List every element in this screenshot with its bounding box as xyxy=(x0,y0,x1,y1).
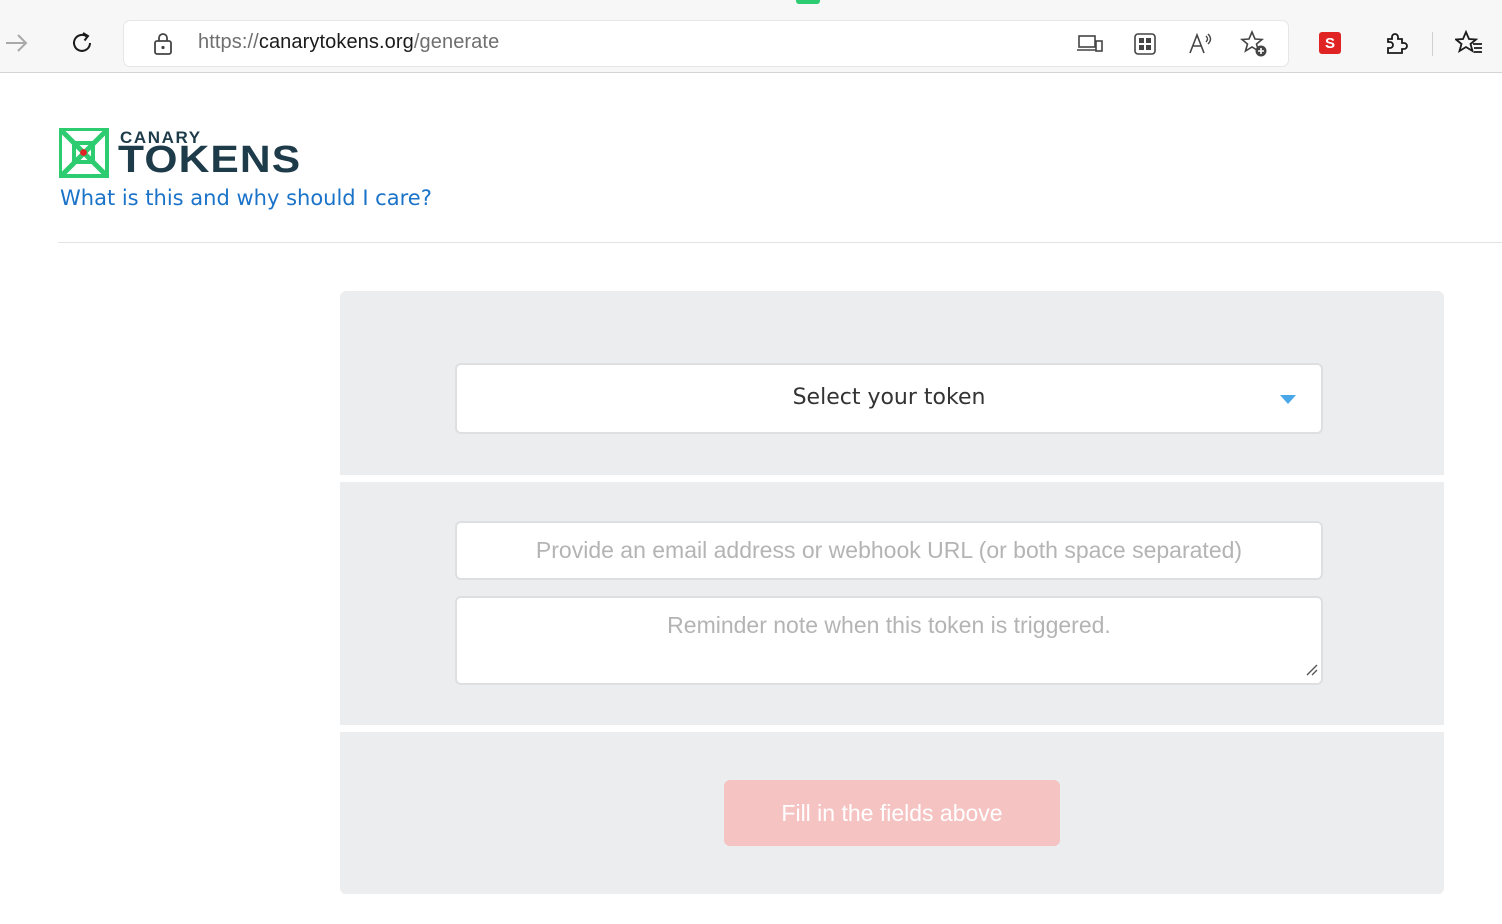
extensions-puzzle-icon[interactable] xyxy=(1379,26,1413,60)
token-type-select[interactable]: Select your token xyxy=(455,363,1323,434)
url-text[interactable]: https://canarytokens.org/generate xyxy=(198,31,499,54)
memo-textarea[interactable]: Reminder note when this token is trigger… xyxy=(455,596,1323,685)
url-scheme: https:// xyxy=(198,31,259,53)
url-path: /generate xyxy=(413,31,500,53)
url-host: canarytokens.org xyxy=(258,31,414,53)
read-aloud-icon[interactable] xyxy=(1186,30,1214,58)
apps-grid-icon[interactable] xyxy=(1131,30,1159,58)
favorites-icon[interactable] xyxy=(1452,26,1486,60)
email-webhook-input[interactable]: Provide an email address or webhook URL … xyxy=(455,521,1323,580)
tab-indicator xyxy=(796,0,820,4)
chevron-down-icon[interactable] xyxy=(1280,395,1296,404)
about-link[interactable]: What is this and why should I care? xyxy=(60,186,432,210)
memo-placeholder: Reminder note when this token is trigger… xyxy=(667,612,1111,638)
browser-toolbar: https://canarytokens.org/generate S xyxy=(0,0,1502,73)
add-favorite-icon[interactable] xyxy=(1240,30,1268,58)
extension-s-icon[interactable]: S xyxy=(1319,32,1341,54)
canary-logo-icon[interactable] xyxy=(58,127,109,182)
forward-arrow-icon[interactable] xyxy=(0,26,34,60)
toolbar-separator xyxy=(1432,32,1433,56)
section-divider xyxy=(340,725,1444,732)
section-divider xyxy=(340,475,1444,482)
submit-button[interactable]: Fill in the fields above xyxy=(724,780,1060,846)
resize-handle-icon[interactable] xyxy=(1305,662,1319,681)
token-select-label: Select your token xyxy=(792,385,986,410)
token-form-panel: Select your token Provide an email addre… xyxy=(340,291,1444,894)
logo-text-tokens: TOKENS xyxy=(118,139,302,181)
app-available-icon[interactable] xyxy=(1076,30,1104,58)
refresh-icon[interactable] xyxy=(65,26,99,60)
header-divider xyxy=(58,242,1502,243)
address-bar[interactable]: https://canarytokens.org/generate xyxy=(124,21,1288,66)
email-placeholder: Provide an email address or webhook URL … xyxy=(535,537,1243,563)
lock-icon[interactable] xyxy=(152,32,174,60)
